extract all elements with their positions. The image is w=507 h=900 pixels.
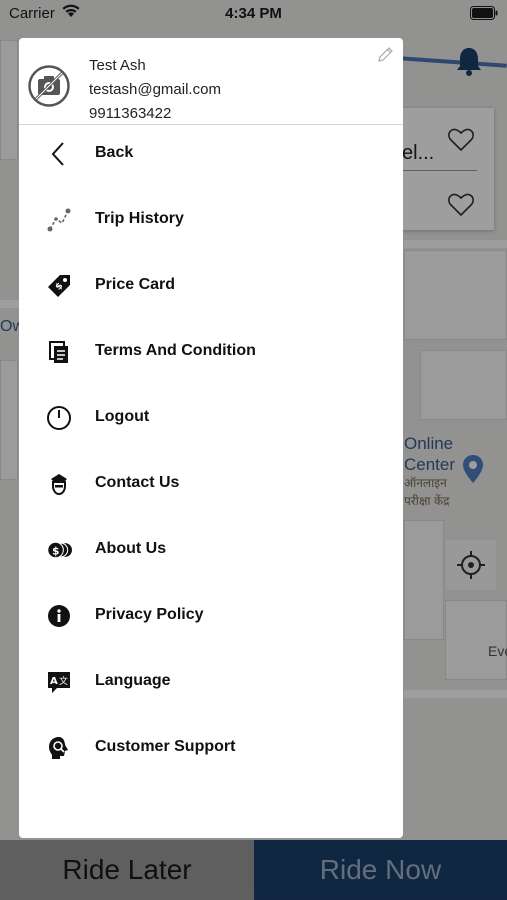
menu-item-label: About Us — [95, 540, 167, 557]
menu-item-label: Logout — [95, 408, 150, 425]
menu-item-language[interactable]: A 文 Language — [19, 648, 403, 714]
edit-pencil-icon[interactable] — [376, 46, 394, 64]
menu-item-logout[interactable]: Logout — [19, 384, 403, 450]
navigation-drawer: Test Ash testash@gmail.com 9911363422 Ba… — [19, 38, 403, 838]
driver-icon — [46, 471, 72, 497]
info-icon — [46, 603, 72, 629]
menu-item-label: Contact Us — [95, 474, 180, 491]
coins-icon: $ — [46, 537, 72, 563]
menu-item-terms[interactable]: Terms And Condition — [19, 318, 403, 384]
back-arrow-icon — [46, 141, 72, 167]
menu-item-label: Language — [95, 672, 171, 689]
menu-item-label: Back — [95, 144, 134, 161]
menu-item-label: Price Card — [95, 276, 176, 293]
menu-item-label: Customer Support — [95, 738, 236, 755]
status-time: 4:34 PM — [225, 5, 282, 22]
drawer-menu: Back Trip History $ Price Card Terms And… — [19, 120, 403, 780]
menu-item-about-us[interactable]: $ About Us — [19, 516, 403, 582]
avatar-camera-icon[interactable] — [28, 65, 70, 107]
profile-email: testash@gmail.com — [89, 81, 221, 98]
translate-icon: A 文 — [46, 669, 72, 695]
svg-text:文: 文 — [59, 675, 68, 687]
menu-item-trip-history[interactable]: Trip History — [19, 186, 403, 252]
menu-item-label: Terms And Condition — [95, 342, 256, 359]
documents-icon — [46, 339, 72, 365]
power-icon — [46, 405, 72, 431]
profile-name: Test Ash — [89, 57, 146, 74]
menu-item-contact-us[interactable]: Contact Us — [19, 450, 403, 516]
menu-item-back[interactable]: Back — [19, 120, 403, 186]
support-icon — [46, 735, 72, 761]
menu-item-privacy-policy[interactable]: Privacy Policy — [19, 582, 403, 648]
svg-text:A: A — [50, 676, 58, 687]
menu-item-customer-support[interactable]: Customer Support — [19, 714, 403, 780]
menu-item-label: Privacy Policy — [95, 606, 204, 623]
route-icon — [46, 207, 72, 233]
svg-text:$: $ — [52, 545, 59, 557]
status-bar: Carrier 4:34 PM — [0, 0, 507, 28]
battery-icon — [470, 6, 498, 20]
menu-item-price-card[interactable]: $ Price Card — [19, 252, 403, 318]
price-tag-icon: $ — [46, 273, 72, 299]
menu-item-label: Trip History — [95, 210, 184, 227]
profile-header: Test Ash testash@gmail.com 9911363422 — [19, 38, 403, 125]
